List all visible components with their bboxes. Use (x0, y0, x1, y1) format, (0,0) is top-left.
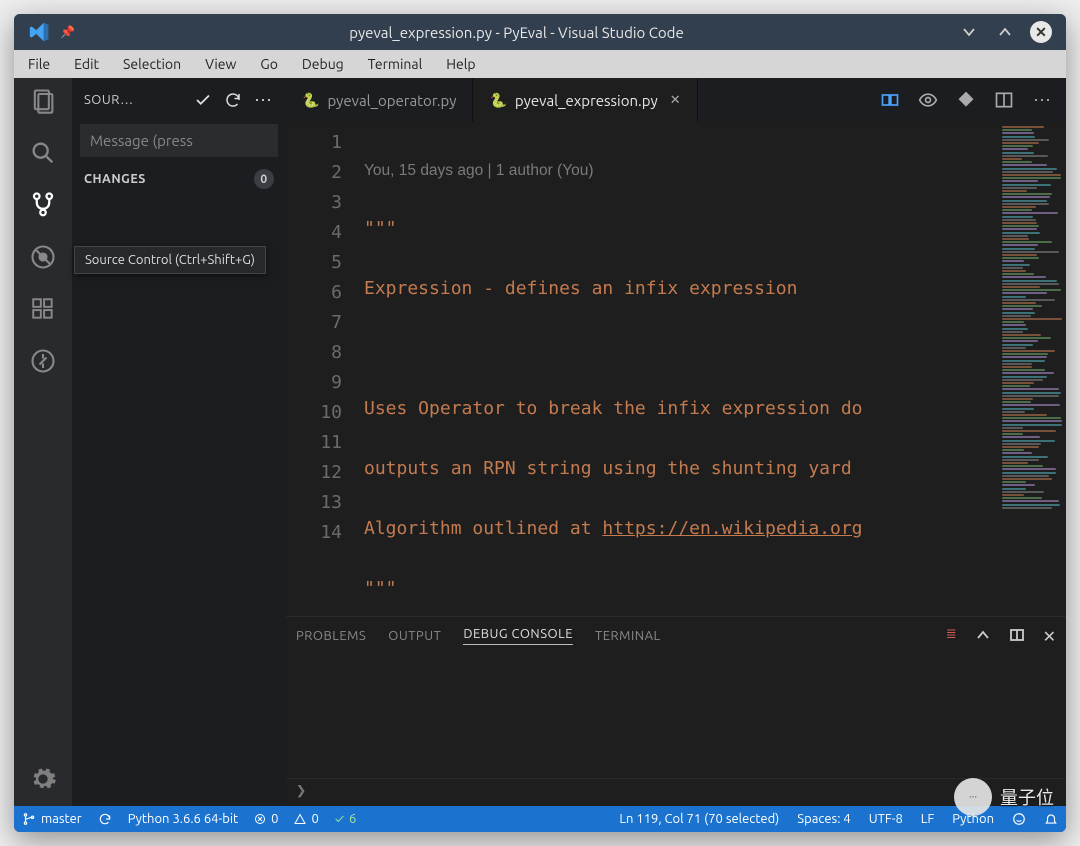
status-python[interactable]: Python 3.6.6 64-bit (128, 812, 238, 826)
status-spaces[interactable]: Spaces: 4 (797, 812, 850, 826)
panel-tab-output[interactable]: OUTPUT (388, 629, 441, 643)
open-changes-icon[interactable] (956, 90, 976, 110)
split-editor-icon[interactable] (994, 90, 1014, 110)
status-checks[interactable]: ✓ 6 (335, 812, 356, 826)
window-minimize-button[interactable] (958, 21, 980, 43)
window-title: pyeval_expression.py - PyEval - Visual S… (75, 24, 958, 41)
panel-close-icon[interactable]: ✕ (1043, 627, 1056, 646)
minimap[interactable] (998, 122, 1066, 616)
panel-tab-debug-console[interactable]: DEBUG CONSOLE (463, 627, 573, 645)
title-bar: 📌 pyeval_expression.py - PyEval - Visual… (14, 14, 1066, 50)
tab-pyeval-expression[interactable]: 🐍 pyeval_expression.py ✕ (473, 78, 697, 122)
panel-maximize-icon[interactable] (1009, 627, 1025, 646)
refresh-icon[interactable] (222, 89, 244, 111)
search-icon[interactable] (28, 138, 58, 168)
extensions-icon[interactable] (28, 294, 58, 324)
tab-bar: 🐍 pyeval_operator.py 🐍 pyeval_expression… (286, 78, 1066, 122)
python-file-icon: 🐍 (302, 92, 319, 109)
changes-section[interactable]: CHANGES 0 (72, 165, 286, 193)
changes-label: CHANGES (84, 172, 146, 186)
status-warnings[interactable]: 0 (294, 812, 318, 826)
menu-terminal[interactable]: Terminal (358, 54, 433, 74)
bottom-panel: PROBLEMS OUTPUT DEBUG CONSOLE TERMINAL ≣… (286, 616, 1066, 806)
debug-console-input[interactable]: ❯ (286, 778, 1066, 806)
link[interactable]: https://en.wikipedia.org (602, 518, 862, 539)
panel-tab-terminal[interactable]: TERMINAL (595, 629, 661, 643)
tab-pyeval-operator[interactable]: 🐍 pyeval_operator.py (286, 78, 473, 122)
sidebar-title: SOUR… (84, 93, 184, 107)
menu-view[interactable]: View (195, 54, 246, 74)
more-icon[interactable]: ⋯ (252, 89, 274, 111)
explorer-icon[interactable] (28, 86, 58, 116)
debug-console-body[interactable] (286, 655, 1066, 778)
preview-icon[interactable] (918, 90, 938, 110)
window-close-button[interactable]: ✕ (1030, 21, 1052, 43)
status-branch[interactable]: master (22, 812, 82, 826)
pin-icon[interactable]: 📌 (60, 25, 75, 39)
code-area[interactable]: You, 15 days ago | 1 author (You) """ Ex… (356, 122, 998, 616)
window-maximize-button[interactable] (994, 21, 1016, 43)
git-graph-icon[interactable] (28, 346, 58, 376)
menu-file[interactable]: File (18, 54, 60, 74)
tab-label: pyeval_operator.py (327, 92, 456, 109)
bell-icon[interactable] (1044, 812, 1058, 826)
status-errors[interactable]: 0 (254, 812, 278, 826)
status-language[interactable]: Python (952, 812, 994, 826)
menu-debug[interactable]: Debug (292, 54, 354, 74)
tab-label: pyeval_expression.py (515, 92, 658, 109)
panel-tab-problems[interactable]: PROBLEMS (296, 629, 366, 643)
status-sync-icon[interactable] (98, 812, 112, 826)
clear-console-icon[interactable]: ≣ (946, 627, 957, 646)
status-bar: master Python 3.6.6 64-bit 0 0 ✓ 6 Ln 11… (14, 806, 1066, 832)
menu-bar: File Edit Selection View Go Debug Termin… (14, 50, 1066, 78)
source-control-icon[interactable] (28, 190, 58, 220)
panel-collapse-icon[interactable] (975, 627, 991, 646)
gear-icon[interactable] (28, 764, 58, 794)
source-control-sidebar: SOUR… ⋯ Message (press CHANGES 0 (72, 78, 286, 806)
source-control-tooltip: Source Control (Ctrl+Shift+G) (74, 246, 266, 274)
vscode-logo-icon (28, 21, 50, 43)
commit-check-icon[interactable] (192, 89, 214, 111)
line-gutter: 12345678 910 11121314 (286, 122, 356, 616)
menu-edit[interactable]: Edit (64, 54, 109, 74)
debug-icon[interactable] (28, 242, 58, 272)
codelens[interactable]: You, 15 days ago | 1 author (You) (364, 158, 998, 184)
menu-help[interactable]: Help (436, 54, 485, 74)
menu-selection[interactable]: Selection (113, 54, 191, 74)
status-eol[interactable]: LF (921, 812, 934, 826)
status-encoding[interactable]: UTF-8 (869, 812, 903, 826)
compare-changes-icon[interactable] (880, 90, 900, 110)
feedback-icon[interactable] (1012, 812, 1026, 826)
editor-more-icon[interactable]: ⋯ (1032, 90, 1052, 111)
commit-message-input[interactable]: Message (press (80, 124, 278, 157)
close-tab-icon[interactable]: ✕ (670, 93, 681, 108)
status-position[interactable]: Ln 119, Col 71 (70 selected) (619, 812, 779, 826)
python-file-icon: 🐍 (489, 92, 506, 109)
editor[interactable]: 12345678 910 11121314 You, 15 days ago |… (286, 122, 1066, 616)
menu-go[interactable]: Go (250, 54, 287, 74)
changes-count: 0 (254, 169, 274, 189)
activity-bar: Source Control (Ctrl+Shift+G) (14, 78, 72, 806)
